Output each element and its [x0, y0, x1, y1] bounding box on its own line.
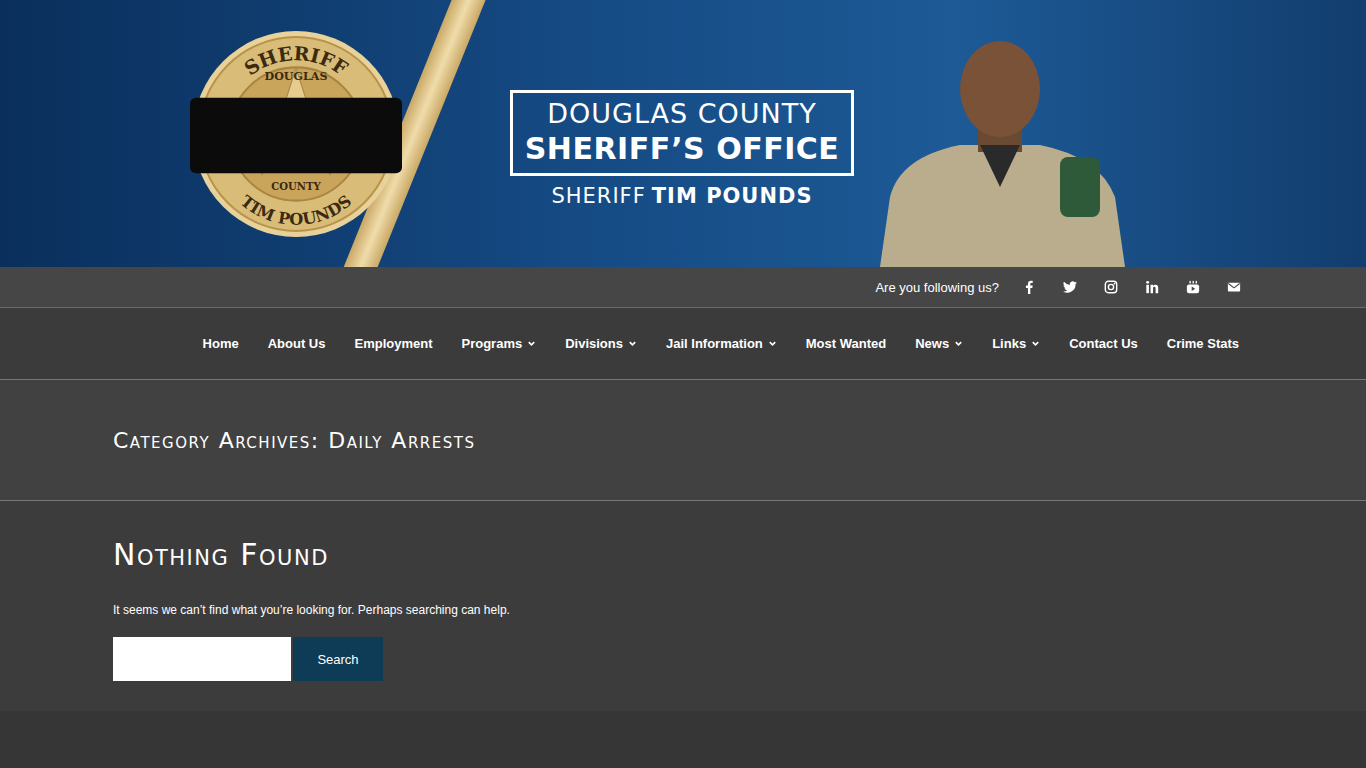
linkedin-icon[interactable]: [1145, 280, 1159, 294]
nav-item[interactable]: Most Wanted: [806, 336, 886, 351]
nav-item[interactable]: Links: [992, 336, 1040, 351]
facebook-icon[interactable]: [1022, 280, 1036, 294]
main-nav: Home About Us Employment Programs Divisions J…: [0, 308, 1366, 380]
svg-text:COUNTY: COUNTY: [271, 181, 321, 192]
search-button[interactable]: Search: [293, 637, 383, 681]
instagram-icon[interactable]: [1104, 280, 1118, 294]
search-input[interactable]: [113, 637, 291, 681]
sheriff-badge-icon: SHERIFFDOUGLASCOUNTYTIM POUNDS: [190, 28, 402, 240]
follow-label: Are you following us?: [875, 280, 999, 295]
chevron-down-icon: [527, 339, 536, 348]
chevron-down-icon: [768, 339, 777, 348]
header-banner: SHERIFFDOUGLASCOUNTYTIM POUNDSDOUGLAS CO…: [0, 0, 1366, 267]
search-form: Search: [113, 637, 1253, 681]
youtube-icon[interactable]: [1186, 280, 1200, 294]
chevron-down-icon: [1031, 339, 1040, 348]
nav-item[interactable]: Employment: [354, 336, 432, 351]
site-title: DOUGLAS COUNTYSHERIFF’S OFFICE SHERIFFTIM…: [510, 0, 855, 267]
page: SHERIFFDOUGLASCOUNTYTIM POUNDSDOUGLAS CO…: [0, 0, 1366, 768]
chevron-down-icon: [954, 339, 963, 348]
nav-item[interactable]: Home: [203, 336, 239, 351]
nav-item[interactable]: Contact Us: [1069, 336, 1138, 351]
chevron-down-icon: [628, 339, 637, 348]
nav-item[interactable]: About Us: [268, 336, 326, 351]
title-box: DOUGLAS COUNTYSHERIFF’S OFFICE: [510, 90, 855, 176]
svg-text:TIM POUNDS: TIM POUNDS: [237, 191, 355, 229]
nav-item[interactable]: Crime Stats: [1167, 336, 1239, 351]
page-header: Category Archives: Daily Arrests: [0, 380, 1366, 501]
sheriff-photo: [870, 27, 1130, 267]
nav-item[interactable]: News: [915, 336, 963, 351]
mourning-band: [190, 98, 402, 174]
content-heading: Nothing Found: [113, 533, 1253, 577]
sheriff-name: SHERIFFTIM POUNDS: [551, 184, 812, 208]
email-icon[interactable]: [1227, 280, 1241, 294]
nav-item[interactable]: Divisions: [565, 336, 637, 351]
svg-text:DOUGLAS: DOUGLAS: [265, 70, 328, 83]
content: Nothing Found It seems we can’t find what…: [0, 501, 1366, 711]
title-line: SHERIFF’S OFFICE: [525, 131, 840, 167]
title-line: DOUGLAS COUNTY: [525, 97, 840, 131]
page-bottom: [0, 711, 1366, 768]
page-title: Category Archives: Daily Arrests: [113, 428, 475, 453]
twitter-icon[interactable]: [1063, 280, 1077, 294]
nav-item[interactable]: Programs: [461, 336, 536, 351]
nav-item[interactable]: Jail Information: [666, 336, 777, 351]
content-message: It seems we can’t find what you’re looki…: [113, 603, 1253, 617]
social-bar: Are you following us?: [0, 267, 1366, 308]
